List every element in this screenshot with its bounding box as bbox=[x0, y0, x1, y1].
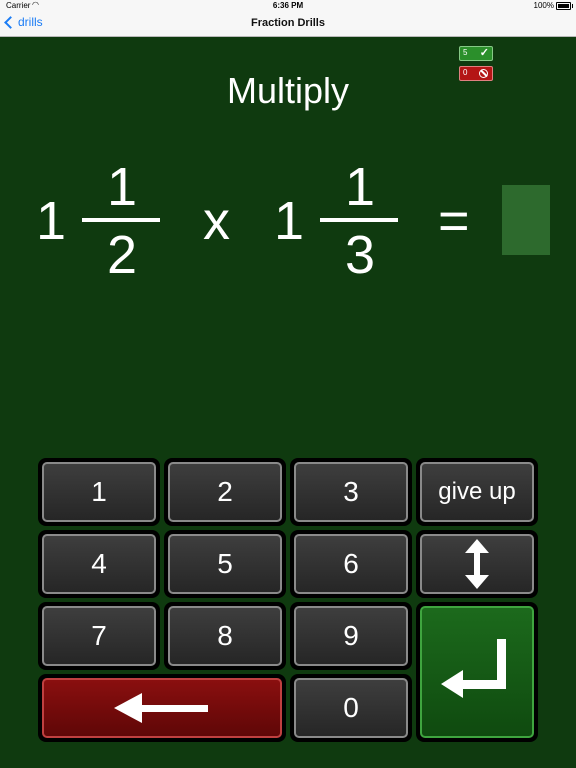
key-6-label: 6 bbox=[294, 534, 408, 594]
navigation-bar: drills Fraction Drills bbox=[0, 12, 576, 37]
key-5[interactable]: 5 bbox=[164, 530, 286, 598]
key-7[interactable]: 7 bbox=[38, 602, 160, 670]
operation-title: Multiply bbox=[226, 70, 350, 111]
key-3[interactable]: 3 bbox=[290, 458, 412, 526]
return-arrow-icon bbox=[441, 639, 513, 705]
backspace-button-face bbox=[42, 678, 282, 738]
status-bar: Carrier ◠ 6:36 PM 100% bbox=[0, 0, 576, 12]
battery-percent: 100% bbox=[533, 1, 554, 10]
key-9[interactable]: 9 bbox=[290, 602, 412, 670]
right-fraction-bar bbox=[320, 218, 398, 222]
toggle-field-face bbox=[420, 534, 534, 594]
key-1[interactable]: 1 bbox=[38, 458, 160, 526]
key-2-label: 2 bbox=[168, 462, 282, 522]
key-8[interactable]: 8 bbox=[164, 602, 286, 670]
nav-title: Fraction Drills bbox=[251, 17, 325, 29]
answer-input-box[interactable] bbox=[502, 185, 550, 255]
key-0-label: 0 bbox=[294, 678, 408, 738]
status-time: 6:36 PM bbox=[272, 1, 304, 10]
key-8-label: 8 bbox=[168, 606, 282, 666]
toggle-field-button[interactable] bbox=[416, 530, 538, 598]
key-2[interactable]: 2 bbox=[164, 458, 286, 526]
right-numerator: 1 bbox=[344, 157, 376, 217]
backspace-button[interactable] bbox=[38, 674, 286, 742]
key-1-label: 1 bbox=[42, 462, 156, 522]
left-whole-number: 1 bbox=[36, 191, 67, 251]
give-up-label: give up bbox=[420, 462, 534, 522]
right-whole-number: 1 bbox=[274, 191, 305, 251]
up-down-arrow-icon bbox=[465, 539, 489, 589]
checkmark-icon: ✓ bbox=[479, 47, 489, 59]
left-denominator: 2 bbox=[106, 225, 138, 285]
arrow-left-icon bbox=[114, 693, 210, 723]
enter-button-face bbox=[420, 606, 534, 738]
key-6[interactable]: 6 bbox=[290, 530, 412, 598]
key-7-label: 7 bbox=[42, 606, 156, 666]
operator-sign: x bbox=[203, 191, 230, 251]
key-9-label: 9 bbox=[294, 606, 408, 666]
key-5-label: 5 bbox=[168, 534, 282, 594]
give-up-button[interactable]: give up bbox=[416, 458, 538, 526]
key-0[interactable]: 0 bbox=[290, 674, 412, 742]
key-4-label: 4 bbox=[42, 534, 156, 594]
key-4[interactable]: 4 bbox=[38, 530, 160, 598]
right-denominator: 3 bbox=[344, 225, 376, 285]
key-3-label: 3 bbox=[294, 462, 408, 522]
correct-count: 5 bbox=[463, 48, 468, 57]
enter-button[interactable] bbox=[416, 602, 538, 742]
correct-count-badge: 5 ✓ bbox=[459, 46, 493, 61]
battery-icon bbox=[556, 2, 573, 10]
equals-sign: = bbox=[438, 191, 470, 251]
left-fraction-bar bbox=[82, 218, 160, 222]
left-numerator: 1 bbox=[106, 157, 138, 217]
